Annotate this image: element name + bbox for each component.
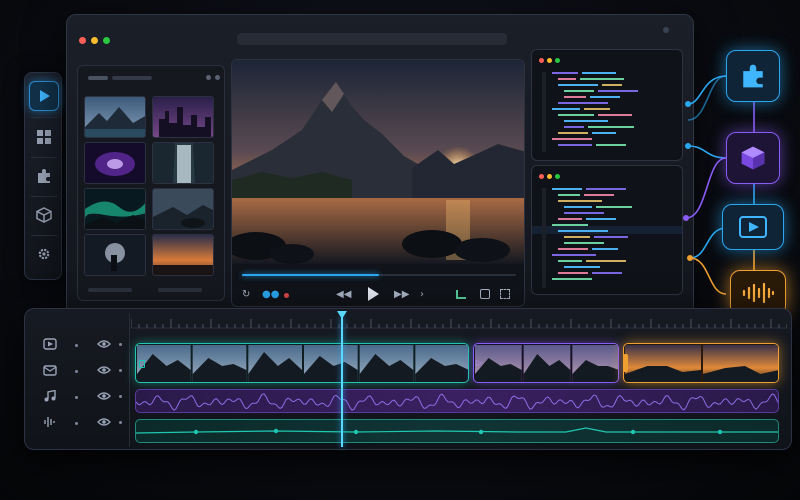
visibility-eye-icon[interactable] bbox=[97, 391, 111, 401]
media-thumbnail-sunset-shore[interactable] bbox=[152, 234, 214, 276]
track-header-audio[interactable] bbox=[33, 385, 129, 409]
video-clip-sunset[interactable] bbox=[623, 343, 779, 383]
puzzle-icon bbox=[38, 169, 50, 183]
node-video[interactable] bbox=[722, 204, 784, 250]
media-thumbnail-coastal-rocks[interactable] bbox=[152, 188, 214, 230]
media-thumbnail-city-night[interactable] bbox=[152, 96, 214, 138]
track-header-overlay[interactable] bbox=[33, 359, 129, 383]
mail-track-icon bbox=[43, 365, 57, 376]
track-header-video[interactable] bbox=[33, 333, 129, 357]
visibility-eye-icon[interactable] bbox=[97, 417, 111, 427]
media-bin bbox=[77, 65, 225, 301]
waveform-track-icon bbox=[44, 417, 55, 427]
address-bar[interactable] bbox=[237, 33, 507, 45]
record-icon[interactable] bbox=[284, 293, 289, 298]
grid-icon bbox=[37, 130, 51, 144]
video-icon bbox=[739, 216, 767, 238]
video-track-icon bbox=[43, 338, 57, 350]
next-frame-icon[interactable]: › bbox=[420, 290, 424, 300]
close-window-button[interactable] bbox=[79, 37, 86, 44]
waveform-icon bbox=[742, 282, 775, 304]
cube-icon bbox=[741, 146, 765, 170]
visibility-eye-icon[interactable] bbox=[97, 339, 111, 349]
rail-extensions-button[interactable] bbox=[29, 161, 59, 191]
code-editor-bottom[interactable] bbox=[531, 165, 683, 295]
playhead[interactable] bbox=[337, 311, 348, 449]
loop-icon[interactable]: ↻ bbox=[242, 290, 250, 300]
node-plugin[interactable] bbox=[726, 50, 780, 102]
automation-clip[interactable] bbox=[135, 419, 779, 443]
minimize-window-button[interactable] bbox=[91, 37, 98, 44]
rail-grid-button[interactable] bbox=[29, 122, 59, 152]
rail-3d-button[interactable] bbox=[29, 200, 59, 230]
cube-icon bbox=[36, 207, 52, 223]
node-3d-object[interactable] bbox=[726, 132, 780, 184]
rail-settings-button[interactable] bbox=[29, 239, 59, 269]
fast-forward-icon[interactable]: ▶▶ bbox=[394, 290, 409, 300]
maximize-window-button[interactable] bbox=[103, 37, 110, 44]
levels-icon[interactable] bbox=[456, 290, 466, 299]
video-clip-mountains[interactable] bbox=[135, 343, 469, 383]
fullscreen-icon[interactable] bbox=[500, 289, 510, 299]
media-thumbnail-aurora[interactable] bbox=[84, 188, 146, 230]
media-thumbnail-waterfall[interactable] bbox=[152, 142, 214, 184]
play-icon bbox=[40, 90, 50, 102]
timeline-panel: ▷ bbox=[24, 308, 792, 450]
timeline-ruler[interactable] bbox=[131, 315, 787, 329]
media-thumbnail-moon-silhouette[interactable] bbox=[84, 234, 146, 276]
window-menu-icon[interactable] bbox=[663, 27, 669, 33]
snapshot-icon[interactable] bbox=[480, 289, 490, 299]
gear-icon bbox=[38, 248, 50, 260]
tool-rail bbox=[24, 72, 62, 280]
preview-frame[interactable] bbox=[232, 60, 525, 264]
video-clip-lake[interactable]: ▷ bbox=[473, 343, 619, 383]
puzzle-icon bbox=[743, 64, 763, 88]
media-thumbnail-purple-nebula[interactable] bbox=[84, 142, 146, 184]
track-header-automation[interactable] bbox=[33, 411, 129, 435]
media-thumbnail-mountain-lake[interactable] bbox=[84, 96, 146, 138]
playback-scrubber[interactable] bbox=[242, 274, 516, 276]
audio-icon[interactable]: ●● bbox=[262, 290, 279, 300]
music-track-icon bbox=[44, 390, 56, 402]
editor-window: ↻ ●● ◀◀ ▶▶ › bbox=[66, 14, 694, 316]
play-button[interactable] bbox=[366, 286, 380, 302]
visibility-eye-icon[interactable] bbox=[97, 365, 111, 375]
video-preview-panel: ↻ ●● ◀◀ ▶▶ › bbox=[231, 59, 525, 307]
rail-play-button[interactable] bbox=[29, 81, 59, 111]
rewind-icon[interactable]: ◀◀ bbox=[336, 290, 351, 300]
audio-clip[interactable] bbox=[135, 389, 779, 413]
code-editor-top[interactable] bbox=[531, 49, 683, 161]
